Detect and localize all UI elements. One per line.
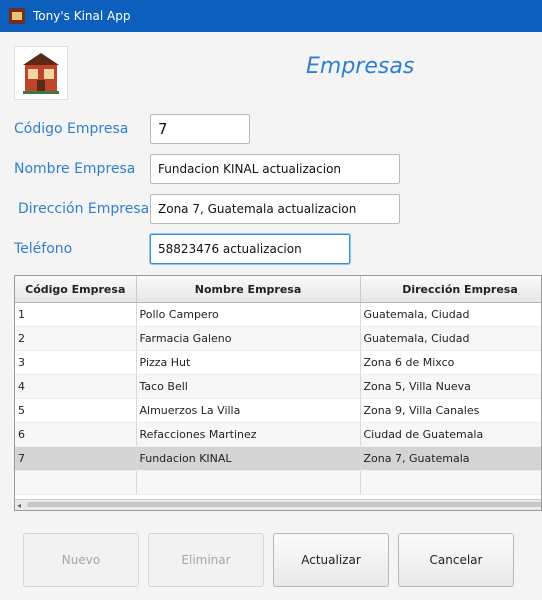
table-cell: 4 (15, 374, 137, 399)
table-cell: Zona 7, Guatemala (360, 446, 541, 471)
table-cell: Ciudad de Guatemala (360, 422, 541, 447)
codigo-label: Código Empresa (14, 121, 129, 137)
table-row[interactable]: 5 Almuerzos La Villa Zona 9, Villa Canal… (15, 398, 541, 423)
scroll-left-icon[interactable]: ◂ (17, 501, 21, 510)
table-row-selected[interactable]: 7 Fundacion KINAL Zona 7, Guatemala (15, 446, 541, 471)
window-title: Tony's Kinal App (33, 9, 131, 23)
table-cell: 2 (15, 326, 137, 351)
scrollbar-thumb[interactable] (27, 502, 541, 507)
table-cell: Taco Bell (136, 374, 361, 399)
table-cell: 6 (15, 422, 137, 447)
table-header-row: Código Empresa Nombre Empresa Dirección … (15, 276, 541, 303)
table-cell: Zona 9, Villa Canales (360, 398, 541, 423)
nuevo-button[interactable]: Nuevo (23, 533, 139, 587)
table-cell: Almuerzos La Villa (136, 398, 361, 423)
table-cell: 3 (15, 350, 137, 375)
telefono-label: Teléfono (14, 241, 73, 257)
title-bar: Tony's Kinal App (0, 0, 542, 32)
horizontal-scrollbar[interactable]: ◂ (15, 499, 541, 510)
table-cell: 1 (15, 302, 137, 327)
table-row[interactable]: 1 Pollo Campero Guatemala, Ciudad (15, 302, 541, 327)
table-cell: Zona 5, Villa Nueva (360, 374, 541, 399)
empty-row (15, 470, 541, 495)
page-title: Empresas (306, 54, 415, 79)
table-cell: Zona 6 de Mixco (360, 350, 541, 375)
eliminar-button[interactable]: Eliminar (148, 533, 264, 587)
table-cell: Pizza Hut (136, 350, 361, 375)
cancelar-button[interactable]: Cancelar (398, 533, 514, 587)
table-cell: 7 (15, 446, 137, 471)
direccion-label: Dirección Empresa (18, 201, 150, 217)
telefono-field[interactable] (150, 234, 350, 264)
table-cell: Farmacia Galeno (136, 326, 361, 351)
column-header-codigo[interactable]: Código Empresa (15, 276, 137, 303)
table-cell: Guatemala, Ciudad (360, 302, 541, 327)
table-row[interactable]: 4 Taco Bell Zona 5, Villa Nueva (15, 374, 541, 399)
table-cell: Pollo Campero (136, 302, 361, 327)
direccion-field[interactable] (150, 194, 400, 224)
table-row[interactable]: 2 Farmacia Galeno Guatemala, Ciudad (15, 326, 541, 351)
codigo-field[interactable] (150, 114, 250, 144)
table-cell: Guatemala, Ciudad (360, 326, 541, 351)
table-cell: 5 (15, 398, 137, 423)
nombre-field[interactable] (150, 154, 400, 184)
app-icon (9, 8, 25, 24)
actualizar-button[interactable]: Actualizar (273, 533, 389, 587)
table-cell: Fundacion KINAL (136, 446, 361, 471)
column-header-direccion[interactable]: Dirección Empresa (360, 276, 541, 303)
column-header-nombre[interactable]: Nombre Empresa (136, 276, 361, 303)
table-row[interactable]: 3 Pizza Hut Zona 6 de Mixco (15, 350, 541, 375)
table-row[interactable]: 6 Refacciones Martinez Ciudad de Guatema… (15, 422, 541, 447)
nombre-label: Nombre Empresa (14, 161, 136, 177)
table-cell: Refacciones Martinez (136, 422, 361, 447)
restaurant-logo (14, 46, 68, 100)
empresas-table[interactable]: Código Empresa Nombre Empresa Dirección … (14, 275, 542, 511)
